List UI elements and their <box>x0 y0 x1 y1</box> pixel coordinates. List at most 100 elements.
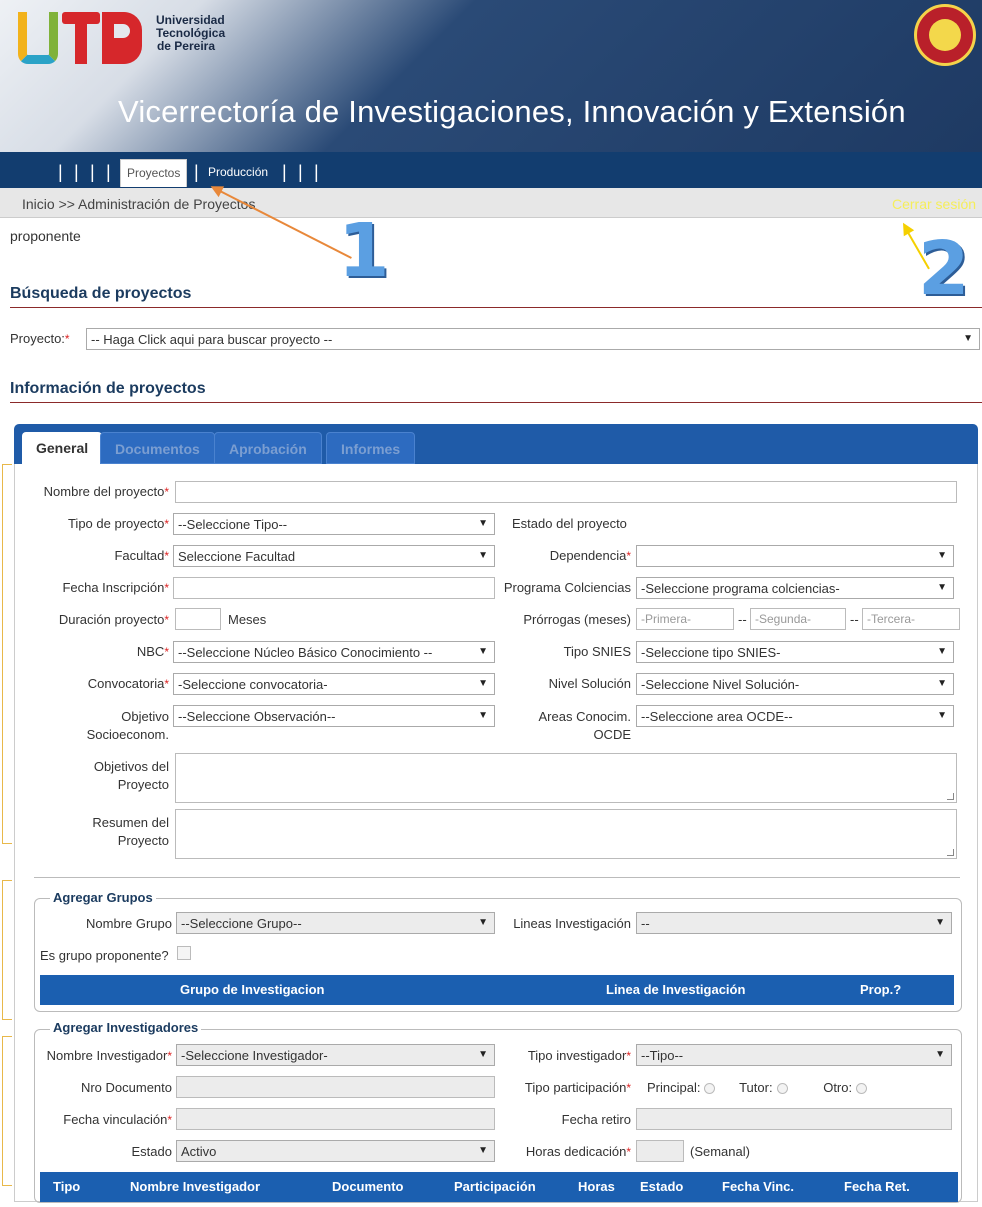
column-header: Horas <box>578 1179 615 1194</box>
prorrogas-label: Prórrogas (meses) <box>523 612 631 627</box>
fecha-vinculacion-input[interactable] <box>176 1108 495 1130</box>
nav-separator: | <box>90 162 95 182</box>
prorroga-tercera-input[interactable]: -Tercera- <box>862 608 960 630</box>
prorroga-primera-input[interactable]: -Primera- <box>636 608 734 630</box>
tipo-proyecto-select[interactable]: --Seleccione Tipo-- ▼ <box>173 513 495 535</box>
estado-proyecto-label: Estado del proyecto <box>512 516 627 531</box>
nbc-select[interactable]: --Seleccione Núcleo Básico Conocimiento … <box>173 641 495 663</box>
divider <box>34 877 960 878</box>
nombre-proyecto-input[interactable] <box>175 481 957 503</box>
tipo-snies-label: Tipo SNIES <box>563 644 631 659</box>
user-role: proponente <box>10 228 81 244</box>
lineas-investigacion-select[interactable]: -- ▼ <box>636 912 952 934</box>
convocatoria-label: Convocatoria* <box>87 676 169 691</box>
chevron-down-icon: ▼ <box>478 710 488 721</box>
tab-informes[interactable]: Informes <box>326 432 416 464</box>
grupo-proponente-label: Es grupo proponente? <box>40 948 169 963</box>
estado-select[interactable]: Activo ▼ <box>176 1140 495 1162</box>
areas-ocde-select[interactable]: --Seleccione area OCDE-- ▼ <box>636 705 954 727</box>
chevron-down-icon: ▼ <box>937 646 947 657</box>
nro-documento-input[interactable] <box>176 1076 495 1098</box>
chevron-down-icon: ▼ <box>937 550 947 561</box>
divider <box>10 307 982 308</box>
tipo-snies-select[interactable]: -Seleccione tipo SNIES- ▼ <box>636 641 954 663</box>
participacion-options: Principal: Tutor: Otro: <box>647 1080 877 1095</box>
nav-separator: | <box>106 162 111 182</box>
facultad-label: Facultad* <box>114 548 169 563</box>
radio-principal[interactable] <box>704 1083 716 1095</box>
chevron-down-icon: ▼ <box>478 550 488 561</box>
nro-documento-label: Nro Documento <box>80 1080 172 1095</box>
prorroga-separator: -- <box>850 612 859 627</box>
horas-dedicacion-label: Horas dedicación* <box>525 1144 631 1159</box>
grupo-proponente-checkbox[interactable] <box>177 946 191 960</box>
nombre-investigador-select[interactable]: -Seleccione Investigador- ▼ <box>176 1044 495 1066</box>
column-header: Fecha Vinc. <box>722 1179 795 1194</box>
radio-otro[interactable] <box>856 1083 868 1095</box>
prorroga-separator: -- <box>738 612 747 627</box>
objetivo-socioecon-label: Objetivo Socioeconom. <box>86 709 169 742</box>
prorroga-segunda-input[interactable]: -Segunda- <box>750 608 846 630</box>
nav-separator: | <box>194 162 199 182</box>
convocatoria-select[interactable]: -Seleccione convocatoria- ▼ <box>173 673 495 695</box>
nav-tab-proyectos[interactable]: Proyectos <box>120 159 188 187</box>
column-header: Documento <box>332 1179 404 1194</box>
chevron-down-icon: ▼ <box>937 710 947 721</box>
areas-ocde-label: Areas Conocim. OCDE <box>538 709 631 742</box>
nombre-proyecto-label: Nombre del proyecto* <box>43 484 169 499</box>
lineas-investigacion-label: Lineas Investigación <box>513 916 631 931</box>
nav-separator: | <box>74 162 79 182</box>
programa-colciencias-select[interactable]: -Seleccione programa colciencias- ▼ <box>636 577 954 599</box>
dependencia-select[interactable]: ▼ <box>636 545 954 567</box>
nav-separator: | <box>314 162 319 182</box>
info-heading: Información de proyectos <box>10 380 206 397</box>
tipo-participacion-label: Tipo participación* <box>524 1080 631 1095</box>
duracion-unit: Meses <box>228 612 267 627</box>
facultad-select[interactable]: Seleccione Facultad ▼ <box>173 545 495 567</box>
column-header: Nombre Investigador <box>130 1179 261 1194</box>
nombre-grupo-label: Nombre Grupo <box>86 916 172 931</box>
objetivo-socioecon-select[interactable]: --Seleccione Observación-- ▼ <box>173 705 495 727</box>
tab-general[interactable]: General <box>22 432 103 464</box>
chevron-down-icon: ▼ <box>478 1145 488 1156</box>
tipo-investigador-select[interactable]: --Tipo-- ▼ <box>636 1044 952 1066</box>
nbc-label: NBC* <box>136 644 169 659</box>
column-header: Grupo de Investigacion <box>180 982 325 997</box>
annotation-number-1: 1 <box>338 208 390 294</box>
column-header: Prop.? <box>860 982 902 997</box>
resumen-textarea[interactable] <box>175 809 957 859</box>
objetivos-label: Objetivos del Proyecto <box>93 759 169 792</box>
fecha-retiro-input[interactable] <box>636 1108 952 1130</box>
horas-dedicacion-input[interactable] <box>636 1140 684 1162</box>
project-search-label: Proyecto:* <box>10 331 70 346</box>
column-header: Fecha Ret. <box>844 1179 910 1194</box>
fecha-retiro-label: Fecha retiro <box>561 1112 631 1127</box>
nivel-solucion-select[interactable]: -Seleccione Nivel Solución- ▼ <box>636 673 954 695</box>
page-title: Vicerrectoría de Investigaciones, Innova… <box>118 94 906 129</box>
breadcrumb[interactable]: Inicio >> Administración de Proyectos <box>22 196 255 212</box>
chevron-down-icon: ▼ <box>478 518 488 529</box>
horas-unit: (Semanal) <box>690 1144 750 1159</box>
objetivos-textarea[interactable] <box>175 753 957 803</box>
chevron-down-icon: ▼ <box>963 333 973 344</box>
chevron-down-icon: ▼ <box>478 678 488 689</box>
chevron-down-icon: ▼ <box>478 646 488 657</box>
project-search-select[interactable]: -- Haga Click aqui para buscar proyecto … <box>86 328 980 350</box>
tab-documentos[interactable]: Documentos <box>100 432 215 464</box>
nav-link-produccion[interactable]: Producción <box>208 165 268 179</box>
radio-tutor[interactable] <box>776 1083 788 1095</box>
nombre-investigador-label: Nombre Investigador* <box>46 1048 172 1063</box>
duracion-label: Duración proyecto* <box>58 612 169 627</box>
nombre-grupo-select[interactable]: --Seleccione Grupo-- ▼ <box>176 912 495 934</box>
logout-link[interactable]: Cerrar sesión <box>892 196 976 212</box>
fecha-inscripcion-input[interactable] <box>173 577 495 599</box>
tab-aprobacion[interactable]: Aprobación <box>214 432 322 464</box>
university-name: Universidad Tecnológica de Pereira <box>156 13 226 53</box>
fecha-vinculacion-label: Fecha vinculación* <box>63 1112 172 1127</box>
estado-label: Estado <box>131 1144 172 1159</box>
nav-separator: | <box>282 162 287 182</box>
grupos-legend: Agregar Grupos <box>50 890 156 905</box>
utp-logo[interactable]: Universidad Tecnológica de Pereira <box>10 8 225 68</box>
duracion-input[interactable] <box>175 608 221 630</box>
search-heading: Búsqueda de proyectos <box>10 285 192 302</box>
